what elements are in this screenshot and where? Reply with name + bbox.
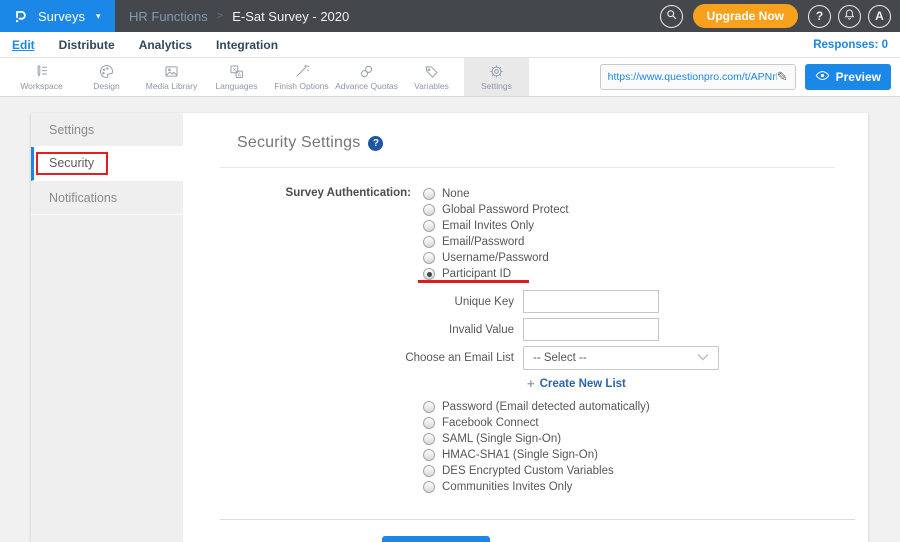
auth-option-facebook-connect[interactable]: Facebook Connect [423,415,835,431]
toolbar-item-advance-quotas[interactable]: Advance Quotas [334,58,399,96]
annotation-red-underline [418,280,529,283]
chain-links-icon [358,63,375,79]
survey-nav: Edit Distribute Analytics Integration Re… [0,32,900,58]
create-new-list-link[interactable]: + Create New List [527,377,835,390]
search-icon [665,8,678,24]
responses-count[interactable]: Responses: 0 [813,39,888,51]
upgrade-now-button[interactable]: Upgrade Now [693,4,798,28]
email-list-label: Choose an Email List [237,352,523,364]
auth-option-communities-invites[interactable]: Communities Invites Only [423,479,835,495]
toolbar-item-settings[interactable]: Settings [464,58,529,96]
sidebar-item-notifications[interactable]: Notifications [31,181,183,215]
top-bar: Surveys ▾ HR Functions > E-Sat Survey - … [0,0,900,32]
page-title: Security Settings [237,134,360,152]
breadcrumb: HR Functions > E-Sat Survey - 2020 [129,9,349,24]
preview-button[interactable]: Preview [805,64,891,90]
magic-wand-icon [293,63,310,79]
radio-button[interactable] [423,481,435,493]
search-button[interactable] [660,5,683,28]
invalid-value-input[interactable] [523,318,659,341]
palette-icon [98,63,115,79]
settings-card: Settings Security Notifications Security… [31,113,868,542]
auth-option-participant-id[interactable]: Participant ID [423,266,569,282]
questionpro-logo-icon [12,7,29,25]
tab-integration[interactable]: Integration [216,38,278,52]
annotation-red-box: Security [36,152,108,175]
auth-option-email-password[interactable]: Email/Password [423,234,569,250]
surveys-menu-label: Surveys [38,9,85,24]
save-changes-button[interactable]: Save Changes [382,536,490,542]
toolbar-item-variables[interactable]: Variables [399,58,464,96]
auth-option-saml[interactable]: SAML (Single Sign-On) [423,431,835,447]
edit-toolbar: Workspace Design Media Library xA Langua… [0,58,900,97]
invalid-value-label: Invalid Value [237,324,523,336]
toolbar-item-design[interactable]: Design [74,58,139,96]
help-button[interactable]: ? [808,5,831,28]
email-list-select[interactable]: -- Select -- [523,346,719,370]
radio-button[interactable] [423,465,435,477]
notifications-button[interactable] [838,5,861,28]
plus-icon: + [527,377,535,390]
toolbar-item-finish-options[interactable]: Finish Options [269,58,334,96]
toolbar-item-media-library[interactable]: Media Library [139,58,204,96]
auth-option-none[interactable]: None [423,186,569,202]
image-icon [163,63,180,79]
svg-text:A: A [238,72,242,78]
tab-analytics[interactable]: Analytics [139,38,192,52]
survey-url-input[interactable] [608,71,777,83]
gear-icon [488,63,505,79]
eye-icon [815,70,830,84]
radio-button[interactable] [423,236,435,248]
edit-url-pencil-icon[interactable]: ✎ [777,69,788,85]
radio-button[interactable] [423,433,435,445]
topbar-actions: Upgrade Now ? A [660,4,900,28]
radio-button[interactable] [423,417,435,429]
radio-button[interactable] [423,252,435,264]
radio-button[interactable] [423,188,435,200]
survey-url-box: ✎ [600,64,796,90]
workspace-icon [33,63,50,79]
unique-key-input[interactable] [523,290,659,313]
security-form: Survey Authentication: None Global Passw… [237,186,835,542]
auth-option-username-password[interactable]: Username/Password [423,250,569,266]
toolbar-item-languages[interactable]: xA Languages [204,58,269,96]
radio-button[interactable] [423,220,435,232]
tab-edit[interactable]: Edit [12,38,35,52]
bell-icon [843,8,856,24]
sidebar-item-security[interactable]: Security [31,147,183,181]
breadcrumb-separator: > [217,10,223,22]
auth-option-password-email-detected[interactable]: Password (Email detected automatically) [423,399,835,415]
radio-button[interactable] [423,449,435,461]
auth-option-global-password-protect[interactable]: Global Password Protect [423,202,569,218]
divider [220,167,835,168]
chevron-down-icon: ▾ [96,11,101,22]
divider [220,519,855,520]
unique-key-label: Unique Key [237,296,523,308]
account-avatar[interactable]: A [868,5,891,28]
toolbar-right: ✎ Preview [600,58,900,96]
tab-distribute[interactable]: Distribute [59,38,115,52]
settings-sidebar: Settings Security Notifications [31,113,183,542]
security-settings-panel: Security Settings ? Survey Authenticatio… [183,113,868,542]
breadcrumb-folder[interactable]: HR Functions [129,9,208,24]
auth-option-des-encrypted[interactable]: DES Encrypted Custom Variables [423,463,835,479]
translate-icon: xA [228,63,245,79]
radio-button-selected[interactable] [423,268,435,280]
toolbar-item-workspace[interactable]: Workspace [9,58,74,96]
auth-option-email-invites-only[interactable]: Email Invites Only [423,218,569,234]
chevron-down-icon [697,352,709,364]
breadcrumb-survey-name: E-Sat Survey - 2020 [232,9,349,24]
help-badge-icon[interactable]: ? [368,136,383,151]
auth-option-hmac-sha1[interactable]: HMAC-SHA1 (Single Sign-On) [423,447,835,463]
tag-icon [423,63,440,79]
surveys-menu[interactable]: Surveys ▾ [0,0,115,32]
survey-authentication-label: Survey Authentication: [237,186,423,282]
radio-button[interactable] [423,401,435,413]
page-background: Settings Security Notifications Security… [0,97,900,542]
sidebar-item-settings[interactable]: Settings [31,113,183,147]
radio-button[interactable] [423,204,435,216]
